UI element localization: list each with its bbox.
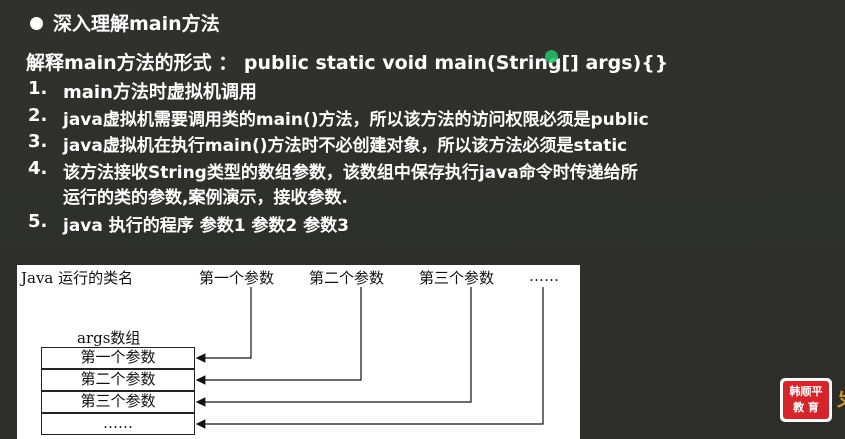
logo-line-1: 韩顺平 — [789, 385, 823, 398]
brand-logo: 韩顺平 教 育 — [780, 378, 832, 422]
arrow-param-2 — [195, 287, 362, 385]
diagram-arrows — [195, 287, 544, 429]
item-4-number: 4. — [28, 158, 48, 179]
edge-cropped-char: ㄆ — [836, 386, 845, 412]
arrow-param-more — [195, 287, 544, 429]
item-5-text: java 执行的程序 参数1 参数2 参数3 — [63, 216, 350, 236]
arrow-param-1 — [195, 287, 252, 363]
item-2-text: java虚拟机需要调用类的main()方法，所以该方法的访问权限必须是publi… — [63, 110, 649, 130]
item-3-text: java虚拟机在执行main()方法时不必创建对象，所以该方法必须是static — [63, 136, 628, 156]
slide: 深入理解main方法 解释main方法的形式 ： public static v… — [0, 0, 845, 439]
arrow-param-3 — [195, 287, 472, 407]
item-5-number: 5. — [28, 211, 48, 232]
item-1-number: 1. — [28, 78, 48, 99]
main-signature-line: 解释main方法的形式 ： public static void main(St… — [26, 52, 669, 74]
slide-heading: 深入理解main方法 — [53, 13, 220, 35]
item-2-number: 2. — [28, 105, 48, 126]
args-diagram: Java 运行的类名 第一个参数 第二个参数 第三个参数 …… args数组 第… — [17, 265, 580, 439]
item-3-number: 3. — [28, 131, 48, 152]
pointer-cursor-icon — [545, 50, 558, 63]
item-4-text: 该方法接收String类型的数组参数，该数组中保存执行java命令时传递给所 — [63, 163, 638, 183]
item-4-continuation: 运行的类的参数,案例演示，接收参数. — [63, 188, 348, 208]
item-1-text: main方法时虚拟机调用 — [63, 82, 257, 103]
logo-line-2: 教 育 — [793, 401, 819, 414]
bullet-dot-icon — [30, 17, 43, 30]
